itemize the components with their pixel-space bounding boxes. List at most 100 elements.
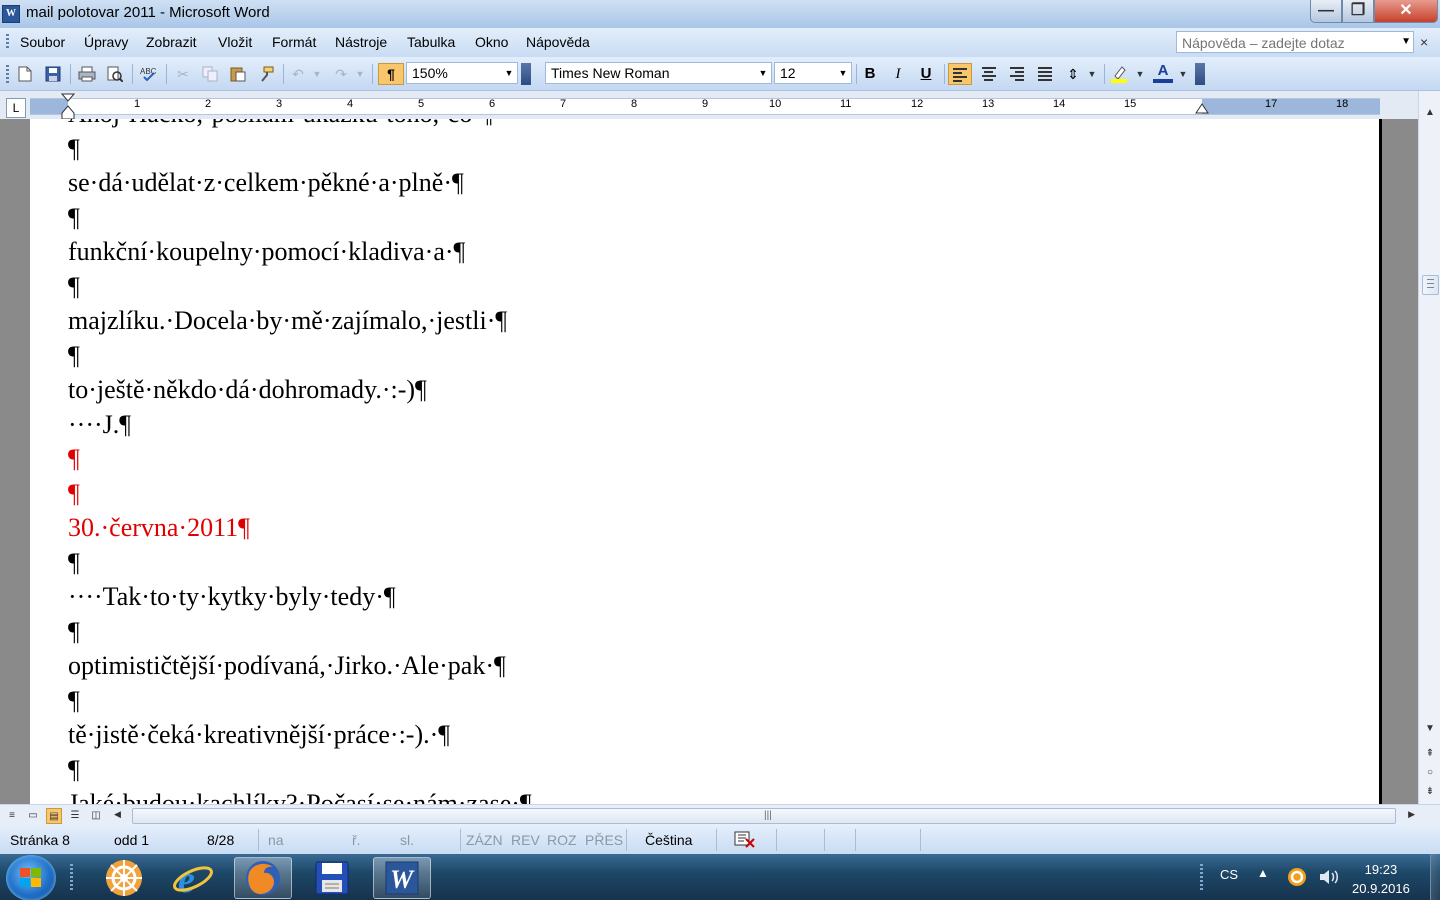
help-dropdown-icon[interactable]: ▼ xyxy=(1401,36,1411,47)
paragraph[interactable]: to·ještě·někdo·dá·dohromady.·:-)¶ xyxy=(68,373,532,408)
taskbar-grip[interactable] xyxy=(70,864,73,892)
paragraph[interactable]: ····J.¶ xyxy=(68,408,532,443)
web-layout-view-icon[interactable]: ▭ xyxy=(25,808,41,824)
show-formatting-marks-button[interactable]: ¶ xyxy=(378,63,404,85)
status-extend-selection[interactable]: ROZ xyxy=(547,832,577,848)
menu-vlozit[interactable]: Vložit xyxy=(218,34,252,50)
menu-nastroje[interactable]: Nástroje xyxy=(335,34,387,50)
paragraph[interactable]: ¶ xyxy=(68,201,532,236)
paragraph[interactable]: ¶ xyxy=(68,753,532,788)
scroll-down-icon[interactable]: ▼ xyxy=(1422,721,1438,737)
firefox-icon[interactable] xyxy=(234,857,292,899)
status-record-macro[interactable]: ZÁZN xyxy=(466,832,503,848)
horizontal-scroll-thumb[interactable]: ||| xyxy=(132,808,1396,824)
undo-dropdown-icon[interactable]: ▼ xyxy=(310,63,324,85)
scroll-left-icon[interactable]: ◀ xyxy=(114,809,121,820)
paste-icon[interactable] xyxy=(227,63,249,85)
scroll-up-icon[interactable]: ▲ xyxy=(1422,105,1438,121)
bold-button[interactable]: B xyxy=(858,63,882,85)
normal-view-icon[interactable]: ≡ xyxy=(4,808,20,824)
maximize-button[interactable]: ❐ xyxy=(1342,0,1374,23)
align-right-button[interactable] xyxy=(1005,63,1029,85)
paragraph[interactable]: ¶ xyxy=(68,132,532,167)
status-page-count[interactable]: 8/28 xyxy=(207,832,234,848)
paragraph-red[interactable]: ¶ xyxy=(68,442,532,477)
paragraph[interactable]: ····Tak·to·ty·kytky·byly·tedy·¶ xyxy=(68,580,532,615)
paragraph[interactable]: ¶ xyxy=(68,270,532,305)
horizontal-ruler[interactable]: 1 2 3 4 5 6 7 8 9 10 11 12 13 14 15 17 1… xyxy=(30,93,1380,120)
print-preview-icon[interactable] xyxy=(104,63,126,85)
line-spacing-dropdown-icon[interactable]: ▼ xyxy=(1085,63,1099,85)
word-app-icon[interactable]: W xyxy=(2,5,20,23)
paragraph[interactable]: tě·jistě·čeká·kreativnější·práce·:-).·¶ xyxy=(68,718,532,753)
new-document-icon[interactable] xyxy=(14,63,36,85)
status-page[interactable]: Stránka 8 xyxy=(10,832,70,848)
help-search-input[interactable] xyxy=(1180,33,1394,53)
paragraph[interactable]: ¶ xyxy=(68,684,532,719)
paragraph[interactable]: ¶ xyxy=(68,546,532,581)
floppy-save-icon[interactable] xyxy=(303,857,361,899)
paragraph[interactable]: Ahoj·Hačko,·posílám·ukázku·toho,·co·¶ xyxy=(68,119,532,132)
paragraph[interactable]: Jaké·budou·kachlíky?·Počasí·se·nám·zase·… xyxy=(68,787,532,804)
align-left-button[interactable] xyxy=(948,63,972,85)
print-layout-view-icon[interactable]: ▤ xyxy=(46,808,62,824)
line-spacing-icon[interactable]: ⇕ xyxy=(1061,63,1085,85)
paragraph[interactable]: majzlíku.·Docela·by·mě·zajímalo,·jestli·… xyxy=(68,304,532,339)
paragraph[interactable]: se·dá·udělat·z·celkem·pěkné·a·plně·¶ xyxy=(68,166,532,201)
scroll-right-icon[interactable]: ▶ xyxy=(1408,809,1415,820)
font-color-dropdown-icon[interactable]: ▼ xyxy=(1176,63,1190,85)
menu-tabulka[interactable]: Tabulka xyxy=(407,34,455,50)
internet-explorer-icon[interactable]: e xyxy=(164,857,222,899)
copy-icon[interactable] xyxy=(199,63,221,85)
show-hidden-icons-button[interactable]: ▲ xyxy=(1257,866,1269,880)
close-button[interactable]: ✕ xyxy=(1374,0,1438,23)
zoom-input[interactable] xyxy=(410,64,502,82)
helm-app-icon[interactable] xyxy=(95,857,153,899)
browse-object-icon[interactable]: ○ xyxy=(1422,765,1438,781)
paragraph-red[interactable]: ¶ xyxy=(68,477,532,512)
align-center-button[interactable] xyxy=(977,63,1001,85)
status-language[interactable]: Čeština xyxy=(645,832,692,848)
vertical-scroll-thumb[interactable] xyxy=(1422,275,1439,295)
justify-button[interactable] xyxy=(1033,63,1057,85)
help-search-box[interactable]: ▼ xyxy=(1176,31,1414,53)
status-section[interactable]: odd 1 xyxy=(114,832,149,848)
input-language-indicator[interactable]: CS xyxy=(1220,867,1238,882)
menu-okno[interactable]: Okno xyxy=(475,34,508,50)
minimize-button[interactable]: — xyxy=(1310,0,1342,23)
date-paragraph[interactable]: 30.·června·2011¶ xyxy=(68,511,532,546)
underline-button[interactable]: U xyxy=(914,63,938,85)
tab-selector[interactable]: L xyxy=(6,98,26,118)
menu-format[interactable]: Formát xyxy=(272,34,316,50)
paragraph[interactable]: optimističtější·podívaná,·Jirko.·Ale·pak… xyxy=(68,649,532,684)
highlight-dropdown-icon[interactable]: ▼ xyxy=(1133,63,1147,85)
spelling-check-icon[interactable]: ABC xyxy=(138,63,160,85)
start-button[interactable] xyxy=(6,855,56,900)
next-page-icon[interactable]: ⇟ xyxy=(1422,784,1438,800)
print-icon[interactable] xyxy=(76,63,98,85)
toolbar-options-chevron-2[interactable] xyxy=(1195,63,1205,85)
highlight-icon[interactable] xyxy=(1108,63,1130,85)
font-name-input[interactable] xyxy=(549,64,753,82)
font-name-combo[interactable]: ▼ xyxy=(545,62,772,84)
zoom-combo[interactable]: ▼ xyxy=(406,62,518,84)
vertical-scrollbar[interactable]: ▲ ▼ ⇞ ○ ⇟ xyxy=(1418,91,1440,804)
cut-icon[interactable]: ✂ xyxy=(172,63,194,85)
menu-napoveda[interactable]: Nápověda xyxy=(526,34,590,50)
save-icon[interactable] xyxy=(42,63,64,85)
indent-marker-icon[interactable] xyxy=(61,93,75,121)
right-indent-marker-icon[interactable] xyxy=(1195,102,1209,114)
menu-zobrazit[interactable]: Zobrazit xyxy=(146,34,197,50)
status-overtype[interactable]: PŘES xyxy=(585,832,623,848)
font-size-input[interactable] xyxy=(778,64,838,82)
undo-icon[interactable]: ↶ xyxy=(287,63,309,85)
reading-layout-view-icon[interactable]: ◫ xyxy=(88,808,104,824)
toolbar-grip[interactable] xyxy=(6,65,9,83)
clock[interactable]: 19:23 20.9.2016 xyxy=(1352,860,1410,898)
redo-icon[interactable]: ↷ xyxy=(330,63,352,85)
paragraph[interactable]: funkční·koupelny·pomocí·kladiva·a·¶ xyxy=(68,235,532,270)
horizontal-scrollbar[interactable]: ◀ ||| ▶ xyxy=(112,808,1417,824)
volume-icon[interactable] xyxy=(1317,866,1339,891)
format-painter-icon[interactable] xyxy=(255,63,277,85)
font-size-combo[interactable]: ▼ xyxy=(774,62,852,84)
